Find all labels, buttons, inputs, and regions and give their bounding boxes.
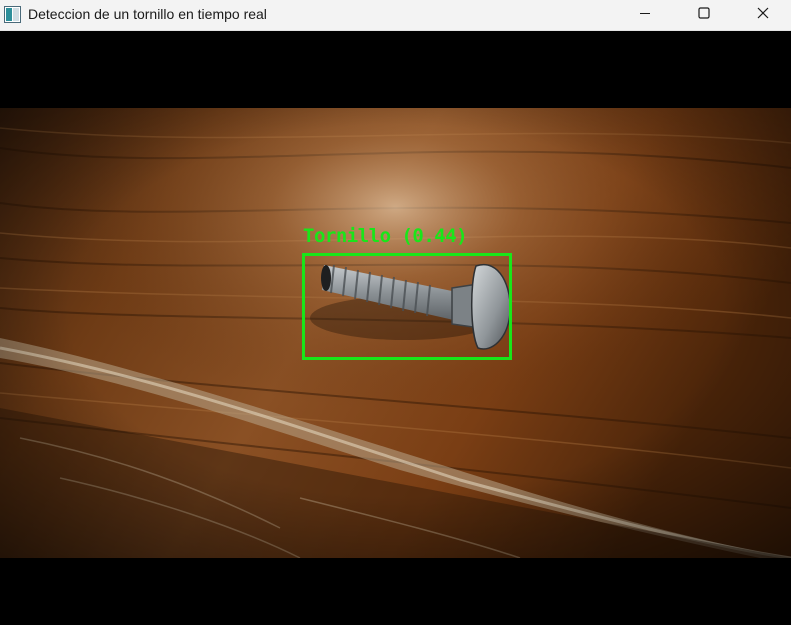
title-bar[interactable]: Deteccion de un tornillo en tiempo real	[0, 0, 791, 31]
maximize-button[interactable]	[681, 0, 727, 30]
camera-frame: Tornillo (0.44)	[0, 108, 791, 558]
minimize-icon	[639, 6, 651, 24]
app-window: Deteccion de un tornillo en tiempo real	[0, 0, 791, 625]
app-window-icon[interactable]	[4, 6, 21, 23]
detection-label: Tornillo (0.44)	[303, 225, 468, 247]
minimize-button[interactable]	[622, 0, 668, 30]
close-icon	[757, 6, 769, 24]
detection-bounding-box	[302, 253, 512, 360]
maximize-icon	[698, 6, 710, 24]
window-title: Deteccion de un tornillo en tiempo real	[28, 6, 267, 22]
close-button[interactable]	[740, 0, 786, 30]
video-viewport: Tornillo (0.44)	[0, 31, 791, 625]
